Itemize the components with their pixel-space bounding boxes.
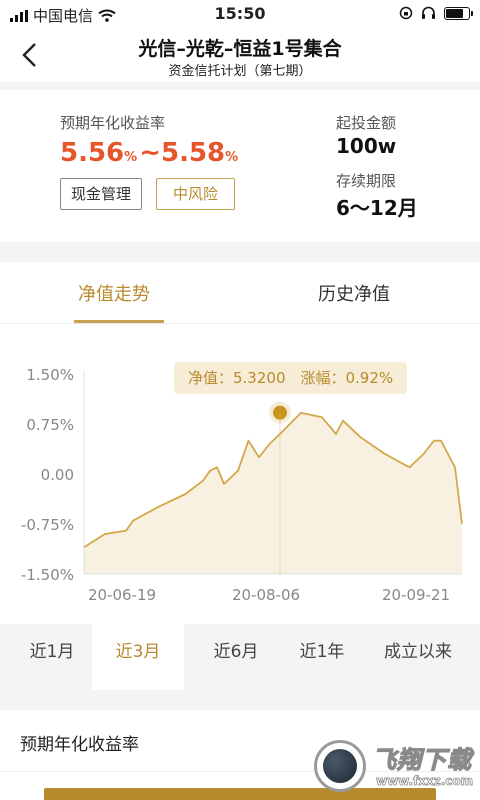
range-selector: 近1月 近3月 近6月 近1年 成立以来	[0, 624, 480, 690]
watermark-logo	[314, 740, 366, 792]
y-tick-label: -0.75%	[21, 516, 74, 534]
rate-low: 5.56	[60, 138, 125, 168]
headphones-icon	[422, 6, 435, 19]
range-option[interactable]: 近1月	[12, 624, 92, 690]
page-title: 光信–光乾–恒益1号集合	[138, 38, 342, 60]
watermark: 飞翔下载 www.fxxz.com	[314, 740, 474, 796]
range-option[interactable]: 近1年	[282, 624, 362, 690]
chart-tabs: 净值走势 历史净值	[0, 262, 480, 324]
range-option[interactable]: 成立以来	[368, 624, 468, 690]
section-title: 预期年化收益率	[20, 735, 139, 755]
rate-high-pct: %	[225, 150, 239, 165]
x-tick-label: 20-06-19	[88, 586, 156, 604]
min-invest-label: 起投金额	[336, 114, 397, 132]
tab-net-value-trend[interactable]: 净值走势	[78, 280, 150, 306]
range-option[interactable]: 近6月	[196, 624, 276, 690]
y-tick-label: -1.50%	[21, 566, 74, 584]
rate-label: 预期年化收益率	[60, 114, 166, 132]
term-label: 存续期限	[336, 172, 397, 190]
tab-history-net-value[interactable]: 历史净值	[318, 280, 390, 306]
product-info-card: 预期年化收益率 5.56%~5.58% 现金管理 中风险 起投金额 100w 存…	[0, 90, 480, 242]
y-tick-label: 1.50%	[26, 366, 74, 384]
rate-low-pct: %	[124, 150, 138, 165]
watermark-text: 飞翔下载	[371, 745, 472, 774]
y-tick-label: 0.00	[41, 466, 74, 484]
y-tick-label: 0.75%	[26, 416, 74, 434]
page-subtitle: 资金信托计划（第七期）	[168, 64, 312, 79]
risk-level-tag: 中风险	[156, 178, 236, 210]
series-area	[84, 412, 462, 574]
expected-rate: 5.56%~5.58%	[60, 138, 240, 168]
min-invest-value: 100w	[336, 134, 397, 158]
x-tick-label: 20-08-06	[232, 586, 300, 604]
rate-high: 5.58	[160, 138, 226, 168]
net-value-chart[interactable]: 1.50% 0.75% 0.00 -0.75% -1.50% 20-06-19 20-08-…	[0, 324, 480, 624]
active-tab-indicator	[74, 320, 164, 323]
x-tick-label: 20-09-21	[382, 586, 450, 604]
battery-icon	[444, 6, 473, 20]
cash-management-tag: 现金管理	[60, 178, 143, 210]
chart-tooltip: 净值：5.3200 涨幅：0.92%	[174, 362, 408, 394]
status-right	[399, 6, 473, 20]
highlight-point	[273, 405, 287, 420]
range-option[interactable]: 近3月	[92, 624, 184, 690]
term-value: 6～12月	[336, 196, 418, 220]
nav-bar: 光信–光乾–恒益1号集合 资金信托计划（第七期）	[0, 28, 480, 82]
watermark-url: www.fxxz.com	[376, 774, 474, 789]
rate-range-separator: ~	[139, 138, 161, 168]
rotation-lock-icon	[399, 6, 413, 20]
status-bar: 中国电信 15:50	[0, 0, 480, 28]
